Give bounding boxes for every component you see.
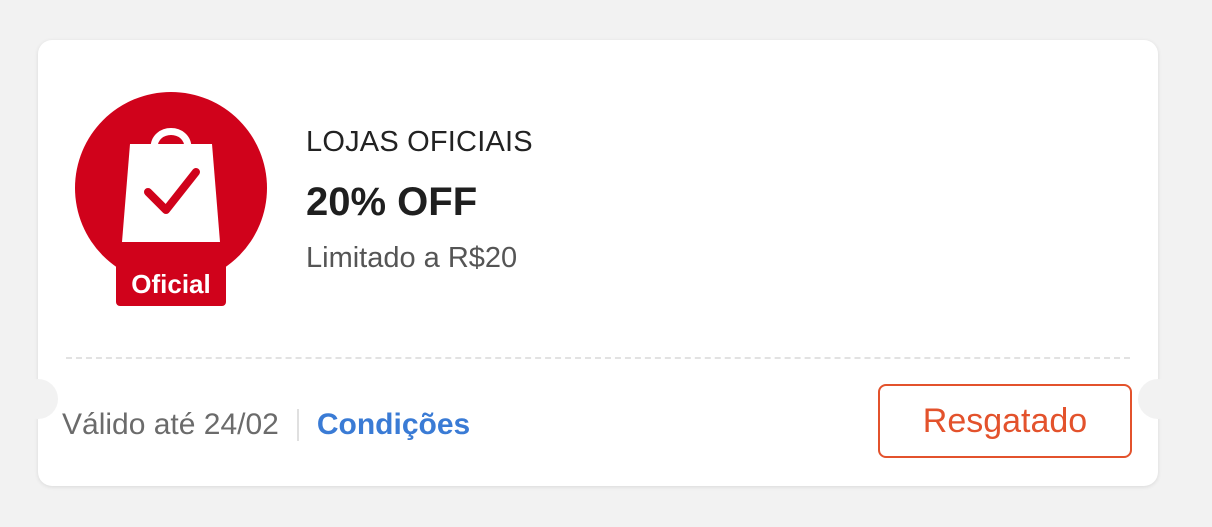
coupon-info: LOJAS OFICIAIS 20% OFF Limitado a R$20 [306, 124, 533, 276]
validity-text: Válido até 24/02 [62, 408, 279, 441]
coupon-notch-right [1138, 379, 1178, 419]
footer-separator [296, 409, 299, 441]
coupon-card: Oficial LOJAS OFICIAIS 20% OFF Limitado … [18, 40, 1178, 486]
official-store-badge: Oficial [74, 92, 268, 308]
coupon-footer: Válido até 24/02 Condições [62, 405, 470, 445]
redeemed-button[interactable]: Resgatado [878, 384, 1132, 458]
coupon-notch-left [18, 379, 58, 419]
coupon-category: LOJAS OFICIAIS [306, 126, 533, 158]
coupon-discount: 20% OFF [306, 180, 478, 224]
coupon-dashed-divider [66, 357, 1130, 359]
conditions-link[interactable]: Condições [317, 408, 470, 442]
badge-label: Oficial [131, 269, 210, 299]
official-store-bag-icon: Oficial [75, 92, 267, 306]
coupon-limit: Limitado a R$20 [306, 242, 518, 274]
